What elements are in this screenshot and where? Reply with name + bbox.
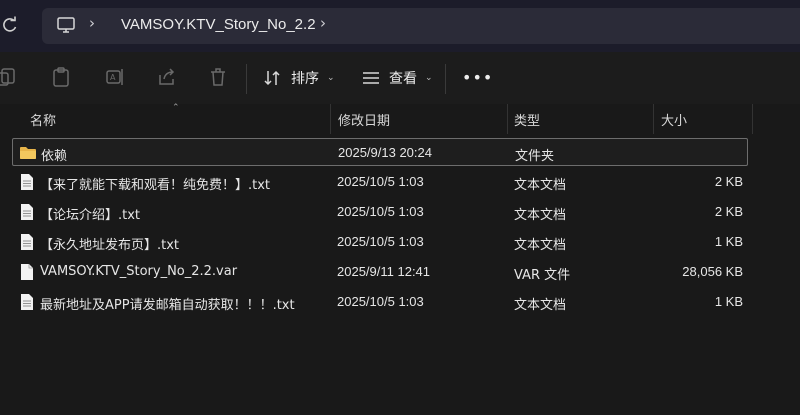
file-type: 文本文档 [514, 178, 567, 193]
file-name: 依赖 [41, 149, 68, 164]
column-header-name[interactable]: 名称 [30, 110, 56, 129]
file-date: 2025/10/5 1:03 [337, 204, 424, 219]
file-type: 文本文档 [514, 238, 567, 253]
file-name: VAMSOY.KTV_Story_No_2.2.var [40, 264, 238, 279]
file-size: 28,056 KB [682, 264, 743, 279]
file-size: 2 KB [714, 204, 743, 219]
file-date: 2025/9/11 12:41 [337, 264, 431, 279]
view-button[interactable]: 查看 ⌄ [361, 66, 433, 90]
column-divider[interactable] [507, 104, 508, 134]
copy-icon[interactable] [0, 66, 18, 88]
column-header-date[interactable]: 修改日期 [338, 110, 390, 129]
column-divider[interactable] [330, 104, 331, 134]
file-size: 1 KB [714, 294, 743, 309]
file-icon [21, 264, 33, 280]
folder-icon [20, 147, 36, 159]
svg-text:A: A [110, 73, 116, 82]
text-file-icon [21, 174, 33, 190]
sort-icon [264, 70, 280, 86]
column-headers: ⌃ 名称 修改日期 类型 大小 [0, 103, 800, 134]
sort-ascending-icon: ⌃ [172, 103, 180, 113]
file-row[interactable]: 【永久地址发布页】.txt 2025/10/5 1:03 文本文档 1 KB [12, 228, 748, 256]
text-file-icon [21, 204, 33, 220]
view-label: 查看 [389, 71, 417, 87]
file-date: 2025/10/5 1:03 [337, 234, 424, 249]
file-row[interactable]: 【论坛介绍】.txt 2025/10/5 1:03 文本文档 2 KB [12, 198, 748, 226]
file-row[interactable]: 依赖 2025/9/13 20:24 文件夹 [12, 138, 748, 166]
file-size: 1 KB [714, 234, 743, 249]
file-name: 【来了就能下载和观看！纯免费！】.txt [40, 178, 271, 193]
breadcrumb-chevron-icon[interactable]: › [320, 14, 326, 32]
share-icon[interactable] [156, 66, 178, 88]
chevron-down-icon: ⌄ [425, 73, 433, 83]
file-row[interactable]: 【来了就能下载和观看！纯免费！】.txt 2025/10/5 1:03 文本文档… [12, 168, 748, 196]
toolbar-divider [445, 64, 446, 94]
column-header-type[interactable]: 类型 [514, 110, 540, 129]
file-row[interactable]: 最新地址及APP请发邮箱自动获取！！！.txt 2025/10/5 1:03 文… [12, 288, 748, 316]
file-name: 【论坛介绍】.txt [40, 208, 141, 223]
file-name: 【永久地址发布页】.txt [40, 238, 180, 253]
file-type: 文本文档 [514, 298, 567, 313]
file-row[interactable]: VAMSOY.KTV_Story_No_2.2.var 2025/9/11 12… [12, 258, 748, 286]
command-bar: A 排序 ⌄ 查看 ⌄ ••• [0, 52, 800, 104]
file-type: VAR 文件 [514, 268, 571, 283]
address-bar-area: › VAMSOY.KTV_Story_No_2.2 › [0, 0, 800, 52]
column-divider[interactable] [752, 104, 753, 134]
file-type: 文件夹 [515, 149, 555, 164]
view-icon [363, 72, 379, 84]
this-pc-icon[interactable] [56, 15, 76, 35]
toolbar-divider [246, 64, 247, 94]
breadcrumb-folder[interactable]: VAMSOY.KTV_Story_No_2.2 [121, 16, 316, 33]
delete-icon[interactable] [207, 66, 229, 88]
file-size: 2 KB [714, 174, 743, 189]
column-divider[interactable] [653, 104, 654, 134]
refresh-icon[interactable] [0, 14, 22, 36]
file-type: 文本文档 [514, 208, 567, 223]
column-header-size[interactable]: 大小 [661, 110, 687, 129]
sort-label: 排序 [291, 71, 319, 87]
paste-icon[interactable] [50, 66, 72, 88]
text-file-icon [21, 234, 33, 250]
text-file-icon [21, 294, 33, 310]
more-options-button[interactable]: ••• [462, 68, 493, 87]
breadcrumb-chevron-icon[interactable]: › [89, 14, 95, 32]
file-date: 2025/10/5 1:03 [337, 294, 424, 309]
file-date: 2025/10/5 1:03 [337, 174, 424, 189]
rename-icon[interactable]: A [104, 66, 126, 88]
sort-button[interactable]: 排序 ⌄ [263, 66, 335, 90]
file-date: 2025/9/13 20:24 [338, 145, 432, 160]
chevron-down-icon: ⌄ [327, 73, 335, 83]
file-name: 最新地址及APP请发邮箱自动获取！！！.txt [40, 298, 295, 313]
